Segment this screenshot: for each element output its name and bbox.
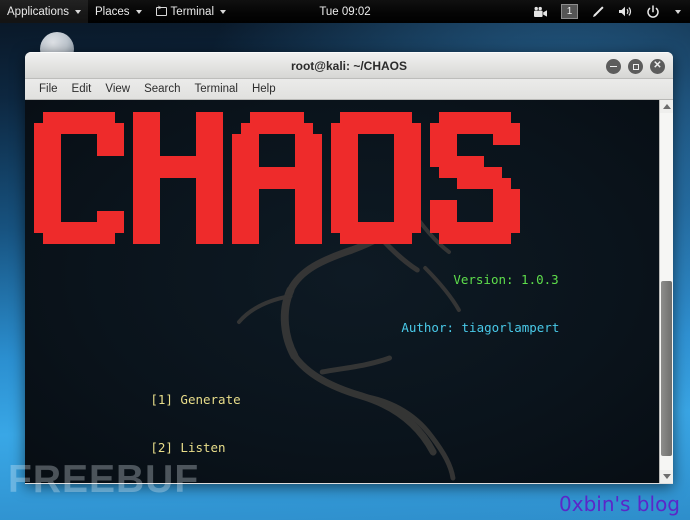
applications-menu[interactable]: Applications: [0, 0, 89, 23]
desktop: Applications Places Terminal Tue 09:02: [0, 0, 690, 520]
terminal-window-menu[interactable]: Terminal: [149, 0, 233, 23]
menu-help[interactable]: Help: [245, 81, 283, 97]
menubar: File Edit View Search Terminal Help: [25, 79, 673, 100]
panel-tray: 1: [528, 0, 686, 23]
top-panel: Applications Places Terminal Tue 09:02: [0, 0, 690, 23]
chevron-down-icon: [662, 474, 671, 479]
minimize-button[interactable]: [606, 59, 621, 74]
menu-edit[interactable]: Edit: [65, 81, 99, 97]
terminal-scrollbar[interactable]: [659, 100, 673, 483]
chevron-up-icon: [662, 104, 671, 109]
menu-option-generate[interactable]: [1] Generate: [150, 392, 240, 407]
scroll-down-button[interactable]: [660, 470, 673, 483]
terminal-body[interactable]: Version: 1.0.3 Author: tiagorlampert [1]…: [25, 100, 659, 483]
chaos-ascii-banner: [34, 112, 659, 244]
menu-terminal[interactable]: Terminal: [188, 81, 245, 97]
chevron-down-icon: [135, 9, 142, 14]
workspace-switcher[interactable]: 1: [556, 0, 583, 23]
terminal-body-wrap: Version: 1.0.3 Author: tiagorlampert [1]…: [25, 100, 673, 483]
scroll-up-button[interactable]: [660, 100, 673, 113]
volume-icon[interactable]: [613, 0, 638, 23]
pen-icon[interactable]: [586, 0, 610, 23]
maximize-icon: [632, 63, 639, 70]
terminal-content: Version: 1.0.3 Author: tiagorlampert [1]…: [33, 112, 659, 483]
workspace-indicator[interactable]: 1: [561, 4, 578, 19]
menu-view[interactable]: View: [98, 81, 137, 97]
close-icon: ✕: [653, 60, 662, 71]
chevron-down-icon: [675, 9, 681, 14]
terminal-window-label: Terminal: [170, 5, 215, 18]
terminal-icon: [155, 5, 167, 16]
window-titlebar[interactable]: root@kali: ~/CHAOS ✕: [25, 52, 673, 79]
scrollbar-track[interactable]: [660, 113, 673, 470]
applications-menu-label: Applications: [7, 5, 70, 18]
author-text: Author: tiagorlampert: [401, 320, 560, 335]
menu-file[interactable]: File: [32, 81, 65, 97]
system-menu-chevron[interactable]: [668, 0, 686, 23]
menu-search[interactable]: Search: [137, 81, 187, 97]
chevron-down-icon: [220, 9, 227, 14]
window-title: root@kali: ~/CHAOS: [290, 58, 408, 73]
close-button[interactable]: ✕: [650, 59, 665, 74]
window-controls: ✕: [606, 53, 665, 80]
scrollbar-thumb[interactable]: [661, 280, 672, 456]
terminal-window: root@kali: ~/CHAOS ✕ File Edit View Sear…: [25, 52, 673, 484]
blog-watermark: 0xbin's blog: [559, 492, 680, 516]
chevron-down-icon: [75, 9, 82, 14]
menu-option-listen[interactable]: [2] Listen: [150, 440, 225, 455]
power-icon[interactable]: [641, 0, 665, 23]
minimize-icon: [610, 65, 617, 68]
version-text: Version: 1.0.3: [453, 272, 559, 287]
screencast-icon[interactable]: [528, 0, 553, 23]
maximize-button[interactable]: [628, 59, 643, 74]
places-menu-label: Places: [95, 5, 130, 18]
places-menu[interactable]: Places: [88, 0, 149, 23]
